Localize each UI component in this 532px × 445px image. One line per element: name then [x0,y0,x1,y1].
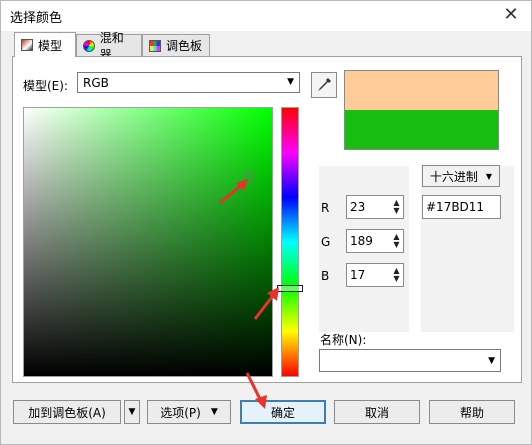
chevron-down-icon: ▼ [210,407,218,417]
add-to-palette-button[interactable]: 加到调色板(A) [13,400,121,424]
options-button[interactable]: 选项(P) ▼ [147,400,231,424]
chevron-down-icon: ▼ [128,407,136,417]
hex-input[interactable]: #17BD11 [422,195,501,219]
model-icon [21,39,33,51]
model-select-value: RGB [83,76,109,90]
chevron-down-icon: ▼ [488,356,495,366]
add-to-palette-dropdown[interactable]: ▼ [124,400,140,424]
old-color-swatch [345,71,498,110]
hex-mode-select[interactable]: 十六进制 ▼ [422,165,500,187]
g-label: G [321,235,331,249]
options-label: 选项(P) [160,405,201,420]
tab-model[interactable]: 模型 [14,32,76,57]
color-field-marker[interactable] [244,172,253,181]
cancel-label: 取消 [364,405,389,420]
help-button[interactable]: 帮助 [429,400,515,424]
new-color-swatch [345,110,498,149]
model-select[interactable]: RGB ▼ [77,72,300,93]
cancel-button[interactable]: 取消 [334,400,420,424]
name-label: 名称(N): [320,333,367,347]
name-input[interactable]: ▼ [319,349,501,372]
chevron-down-icon: ▼ [287,77,294,87]
color-preview [344,70,499,150]
tab-model-label: 模型 [38,38,63,53]
chevron-down-icon: ▼ [485,171,493,181]
eyedropper-button[interactable] [311,72,337,98]
hue-slider[interactable] [281,107,299,377]
help-label: 帮助 [459,405,484,420]
r-spinner[interactable]: ▲ ▼ [392,199,401,215]
hex-value: #17BD11 [426,200,485,214]
ok-button[interactable]: 确定 [240,400,326,424]
r-input[interactable]: 23 ▲ ▼ [346,195,404,219]
b-input[interactable]: 17 ▲ ▼ [346,263,404,287]
window-title: 选择颜色 [10,11,63,26]
hue-slider-handle[interactable] [277,285,303,292]
palette-icon [149,39,161,52]
tab-palette[interactable]: 调色板 [142,34,210,56]
color-field[interactable] [23,107,273,377]
g-input[interactable]: 189 ▲ ▼ [346,229,404,253]
b-spinner[interactable]: ▲ ▼ [392,267,401,283]
close-icon[interactable]: ✕ [499,4,523,26]
tab-mixer[interactable]: 混和器 [76,31,142,62]
g-value: 189 [350,234,373,248]
model-label: 模型(E): [23,79,68,93]
ok-label: 确定 [270,405,295,420]
select-color-dialog: 选择颜色 ✕ 模型 混和器 调色板 模型(E): RGB ▼ R 23 ▲ ▼ … [0,0,532,445]
r-label: R [321,201,330,215]
add-to-palette-label: 加到调色板(A) [28,405,106,420]
hex-panel [421,166,514,332]
eyedropper-icon [318,78,331,91]
b-value: 17 [350,268,366,282]
tab-palette-label: 调色板 [166,39,203,53]
g-spinner[interactable]: ▲ ▼ [392,233,401,249]
r-value: 23 [350,200,366,214]
mixer-icon [83,39,95,52]
title-bar: 选择颜色 ✕ [1,1,531,31]
hex-mode-label: 十六进制 [429,169,478,184]
b-label: B [321,269,330,283]
